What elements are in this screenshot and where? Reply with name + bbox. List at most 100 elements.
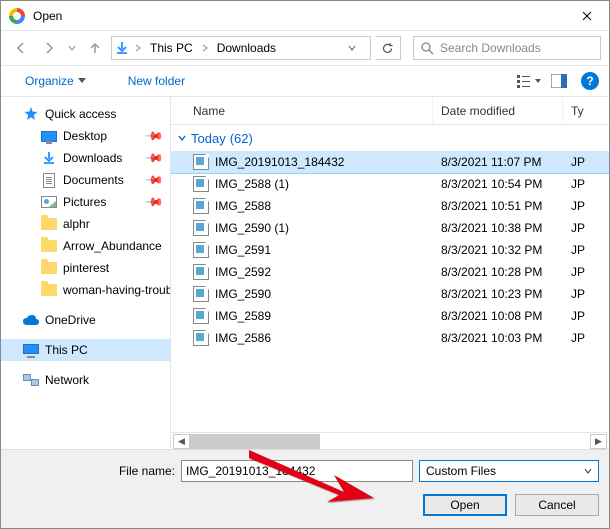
chevron-right-icon xyxy=(135,44,141,52)
tree-folder[interactable]: pinterest xyxy=(1,257,170,279)
tree-downloads[interactable]: Downloads📌 xyxy=(1,147,170,169)
new-folder-button[interactable]: New folder xyxy=(122,70,191,92)
filename-input[interactable] xyxy=(181,460,413,482)
search-box[interactable]: Search Downloads xyxy=(413,36,601,60)
folder-icon xyxy=(41,284,57,296)
file-row[interactable]: IMG_2588 8/3/2021 10:51 PMJP xyxy=(171,195,609,217)
image-file-icon xyxy=(193,154,209,170)
file-row[interactable]: IMG_25908/3/2021 10:23 PMJP xyxy=(171,283,609,305)
up-button[interactable] xyxy=(83,36,107,60)
preview-pane-button[interactable] xyxy=(545,69,573,93)
refresh-button[interactable] xyxy=(375,36,401,60)
tree-documents[interactable]: Documents📌 xyxy=(1,169,170,191)
file-row[interactable]: IMG_2588 (1)8/3/2021 10:54 PMJP xyxy=(171,173,609,195)
window-title: Open xyxy=(33,9,62,23)
nav-tree: Quick access Desktop📌 Downloads📌 Documen… xyxy=(1,97,171,449)
col-name[interactable]: Name xyxy=(185,97,433,124)
file-type: JP xyxy=(563,199,593,213)
scroll-thumb[interactable] xyxy=(190,434,320,449)
tree-onedrive[interactable]: OneDrive xyxy=(1,309,170,331)
search-icon xyxy=(420,41,434,55)
scroll-left[interactable]: ◀ xyxy=(173,434,190,449)
back-button[interactable] xyxy=(9,36,33,60)
tree-thispc[interactable]: This PC xyxy=(1,339,170,361)
dropdown-icon xyxy=(535,79,541,84)
toolbar: Organize New folder ? xyxy=(1,65,609,97)
footer: File name: Custom Files Open Cancel xyxy=(1,449,609,528)
file-rows: IMG_20191013_1844328/3/2021 11:07 PMJPIM… xyxy=(171,151,609,349)
col-date[interactable]: Date modified xyxy=(433,97,563,124)
thispc-icon xyxy=(23,342,39,358)
pin-icon: 📌 xyxy=(144,192,164,212)
file-type: JP xyxy=(563,331,593,345)
file-date: 8/3/2021 10:51 PM xyxy=(433,199,563,213)
image-file-icon xyxy=(193,264,209,280)
open-button[interactable]: Open xyxy=(423,494,507,516)
file-row[interactable]: IMG_2590 (1)8/3/2021 10:38 PMJP xyxy=(171,217,609,239)
view-list-icon xyxy=(517,74,533,88)
file-name: IMG_2589 xyxy=(215,309,271,323)
cancel-button[interactable]: Cancel xyxy=(515,494,599,516)
tree-desktop[interactable]: Desktop📌 xyxy=(1,125,170,147)
file-type: JP xyxy=(563,243,593,257)
arrow-left-icon xyxy=(14,41,28,55)
pin-icon: 📌 xyxy=(144,148,164,168)
image-file-icon xyxy=(193,242,209,258)
close-button[interactable] xyxy=(564,1,609,31)
file-date: 8/3/2021 10:08 PM xyxy=(433,309,563,323)
downloads-icon xyxy=(116,42,128,54)
address-dropdown[interactable] xyxy=(348,41,366,55)
tree-folder[interactable]: Arrow_Abundance xyxy=(1,235,170,257)
group-header[interactable]: Today (62) xyxy=(171,125,609,151)
file-name: IMG_2590 xyxy=(215,287,271,301)
folder-icon xyxy=(41,218,57,230)
file-row[interactable]: IMG_25918/3/2021 10:32 PMJP xyxy=(171,239,609,261)
address-bar[interactable]: This PC Downloads xyxy=(111,36,371,60)
downloads-icon xyxy=(43,152,55,164)
image-file-icon xyxy=(193,176,209,192)
col-type[interactable]: Ty xyxy=(563,97,593,124)
h-scrollbar[interactable]: ◀ ▶ xyxy=(171,432,609,449)
tree-quick-access[interactable]: Quick access xyxy=(1,103,170,125)
image-file-icon xyxy=(193,308,209,324)
file-name: IMG_2592 xyxy=(215,265,271,279)
tree-folder[interactable]: alphr xyxy=(1,213,170,235)
file-date: 8/3/2021 10:28 PM xyxy=(433,265,563,279)
file-row[interactable]: IMG_20191013_1844328/3/2021 11:07 PMJP xyxy=(171,151,609,173)
filetype-select[interactable]: Custom Files xyxy=(419,460,599,482)
organize-button[interactable]: Organize xyxy=(19,70,92,92)
chevron-down-icon xyxy=(177,133,187,143)
file-date: 8/3/2021 10:38 PM xyxy=(433,221,563,235)
view-button[interactable] xyxy=(515,69,543,93)
file-list-area: Name Date modified Ty Today (62) IMG_201… xyxy=(171,97,609,449)
file-date: 8/3/2021 10:54 PM xyxy=(433,177,563,191)
chevron-down-icon xyxy=(68,44,76,52)
scroll-right[interactable]: ▶ xyxy=(590,434,607,449)
file-type: JP xyxy=(563,155,593,169)
help-button[interactable]: ? xyxy=(581,72,599,90)
tree-network[interactable]: Network xyxy=(1,369,170,391)
folder-icon xyxy=(41,240,57,252)
network-icon xyxy=(23,374,39,386)
file-type: JP xyxy=(563,221,593,235)
forward-button[interactable] xyxy=(37,36,61,60)
breadcrumb-downloads[interactable]: Downloads xyxy=(215,41,278,55)
history-dropdown[interactable] xyxy=(65,44,79,52)
pin-icon: 📌 xyxy=(144,170,164,190)
chevron-down-icon xyxy=(584,468,592,474)
tree-pictures[interactable]: Pictures📌 xyxy=(1,191,170,213)
folder-icon xyxy=(41,262,57,274)
tree-folder[interactable]: woman-having-trouble xyxy=(1,279,170,301)
filename-label: File name: xyxy=(115,464,175,478)
file-row[interactable]: IMG_25898/3/2021 10:08 PMJP xyxy=(171,305,609,327)
file-type: JP xyxy=(563,177,593,191)
document-icon xyxy=(43,173,55,188)
image-file-icon xyxy=(193,330,209,346)
file-name: IMG_2588 xyxy=(215,199,271,213)
file-row[interactable]: IMG_2592 8/3/2021 10:28 PMJP xyxy=(171,261,609,283)
file-type: JP xyxy=(563,265,593,279)
breadcrumb-thispc[interactable]: This PC xyxy=(148,41,195,55)
file-row[interactable]: IMG_25868/3/2021 10:03 PMJP xyxy=(171,327,609,349)
preview-pane-icon xyxy=(551,74,567,88)
onedrive-icon xyxy=(23,312,39,328)
